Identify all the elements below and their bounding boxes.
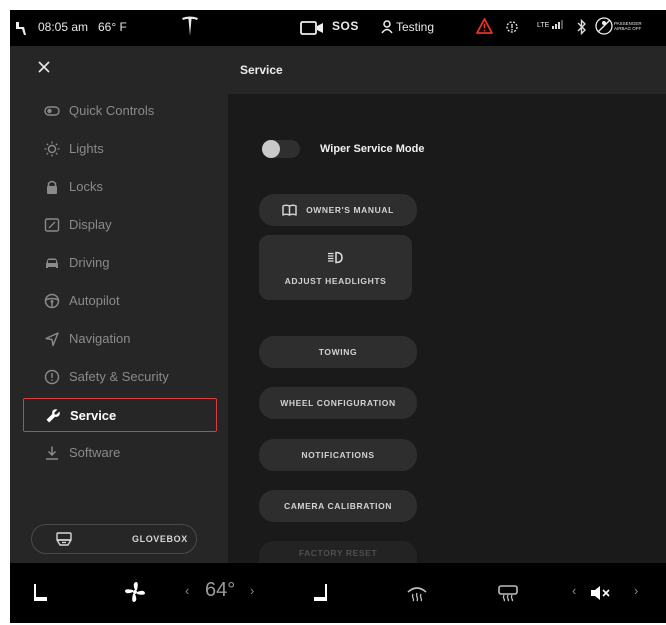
- sidebar-item-lights[interactable]: Lights: [23, 132, 217, 166]
- quick-controls-icon: [44, 106, 60, 116]
- cellular-signal: LTE: [537, 20, 564, 29]
- wheel-configuration-button[interactable]: WHEEL CONFIGURATION: [259, 387, 417, 419]
- toggle-knob: [262, 140, 280, 158]
- sidebar-item-label: Software: [69, 445, 121, 460]
- tire-pressure-icon: [506, 21, 518, 33]
- sidebar-item-safety-security[interactable]: Safety & Security: [23, 360, 217, 394]
- car-icon: [46, 258, 58, 268]
- sidebar-item-label: Display: [69, 217, 112, 232]
- driver-seat-heater-icon[interactable]: [33, 583, 49, 603]
- airbag-status-text: PASSENGER AIRBAG OFF: [614, 21, 642, 31]
- sidebar-item-autopilot[interactable]: Autopilot: [23, 284, 217, 318]
- bottom-control-bar: ‹ 64° › ‹ ›: [10, 563, 666, 623]
- sidebar-item-quick-controls[interactable]: Quick Controls: [23, 94, 217, 128]
- button-label: ADJUST HEADLIGHTS: [284, 276, 387, 286]
- temperature-unit: °: [227, 579, 236, 601]
- warning-triangle-icon[interactable]: [476, 18, 493, 34]
- airbag-off-icon: [595, 17, 613, 35]
- adjust-headlights-button[interactable]: ADJUST HEADLIGHTS: [259, 235, 412, 300]
- temp-increase-button[interactable]: ›: [250, 583, 254, 598]
- panel-header: Service: [228, 46, 666, 94]
- temperature-value: 64: [205, 579, 228, 601]
- signal-bars-icon: [552, 20, 564, 29]
- sidebar-item-software[interactable]: Software: [23, 436, 217, 470]
- bluetooth-icon[interactable]: [577, 19, 587, 35]
- tesla-screen: 08:05 am 66° F SOS Testing LTE PASSENGER…: [10, 10, 666, 623]
- user-profile-icon[interactable]: [381, 20, 393, 34]
- headlight-icon: [328, 251, 343, 264]
- camera-calibration-button[interactable]: CAMERA CALIBRATION: [259, 490, 417, 522]
- sidebar-item-driving[interactable]: Driving: [23, 246, 217, 280]
- sidebar-item-service[interactable]: Service: [23, 398, 217, 432]
- dashcam-icon[interactable]: [300, 21, 324, 35]
- seat-belt-icon: [16, 22, 26, 35]
- network-type: LTE: [537, 22, 550, 29]
- volume-decrease-button[interactable]: ‹: [572, 583, 576, 598]
- service-panel: Service Wiper Service Mode OWNER'S MANUA…: [228, 46, 666, 563]
- sidebar-item-label: Lights: [69, 141, 104, 156]
- rear-defrost-icon[interactable]: [497, 584, 519, 602]
- tesla-logo-icon[interactable]: [181, 16, 199, 38]
- sos-button[interactable]: SOS: [332, 19, 359, 33]
- page-title: Service: [240, 63, 283, 77]
- passenger-seat-heater-icon[interactable]: [312, 583, 328, 603]
- notifications-button[interactable]: NOTIFICATIONS: [259, 439, 417, 471]
- wiper-service-toggle[interactable]: [262, 140, 300, 158]
- passenger-airbag-status: PASSENGER AIRBAG OFF: [595, 17, 654, 35]
- owners-manual-button[interactable]: OWNER'S MANUAL: [259, 194, 417, 226]
- glovebox-button[interactable]: GLOVEBOX: [31, 524, 197, 554]
- display-icon: [44, 218, 60, 232]
- status-temperature: 66° F: [98, 20, 127, 34]
- status-time: 08:05 am: [38, 20, 89, 34]
- button-label: TOWING: [318, 347, 358, 357]
- sidebar-item-navigation[interactable]: Navigation: [23, 322, 217, 356]
- status-bar: 08:05 am 66° F SOS Testing LTE PASSENGER…: [10, 10, 666, 46]
- wrench-icon: [46, 409, 60, 423]
- factory-reset-button[interactable]: FACTORY RESET: [259, 541, 417, 563]
- glovebox-label: GLOVEBOX: [132, 534, 188, 544]
- driver-profile-name[interactable]: Testing: [396, 20, 434, 34]
- wiper-service-label: Wiper Service Mode: [320, 143, 425, 155]
- towing-button[interactable]: TOWING: [259, 336, 417, 368]
- settings-sidebar: Quick Controls Lights Locks Display Driv…: [10, 46, 228, 563]
- temp-decrease-button[interactable]: ‹: [185, 583, 189, 598]
- steering-wheel-icon: [44, 293, 60, 309]
- cabin-temperature[interactable]: 64°: [205, 579, 235, 602]
- button-label: WHEEL CONFIGURATION: [280, 398, 396, 408]
- sidebar-item-label: Service: [70, 408, 117, 423]
- sidebar-item-label: Autopilot: [69, 293, 120, 308]
- sidebar-item-label: Driving: [69, 255, 110, 270]
- navigation-arrow-icon: [45, 332, 59, 347]
- sidebar-item-display[interactable]: Display: [23, 208, 217, 242]
- download-icon: [46, 446, 58, 460]
- button-label: CAMERA CALIBRATION: [283, 501, 393, 511]
- button-label: FACTORY RESET: [298, 548, 378, 558]
- sidebar-item-locks[interactable]: Locks: [23, 170, 217, 204]
- close-icon[interactable]: [38, 61, 50, 73]
- book-icon: [282, 204, 297, 216]
- sidebar-item-label: Safety & Security: [69, 369, 169, 384]
- volume-increase-button[interactable]: ›: [634, 583, 638, 598]
- button-label: NOTIFICATIONS: [301, 450, 375, 460]
- sidebar-item-label: Locks: [69, 179, 103, 194]
- glovebox-icon: [56, 532, 72, 546]
- lock-icon: [47, 180, 57, 194]
- sidebar-item-label: Navigation: [69, 331, 131, 346]
- volume-mute-icon[interactable]: [590, 585, 612, 601]
- climate-fan-icon[interactable]: [124, 581, 146, 603]
- sidebar-item-label: Quick Controls: [69, 103, 155, 118]
- light-bulb-icon: [44, 141, 60, 157]
- button-label: OWNER'S MANUAL: [306, 205, 394, 215]
- front-defrost-icon[interactable]: [406, 584, 428, 602]
- alert-circle-icon: [44, 369, 60, 385]
